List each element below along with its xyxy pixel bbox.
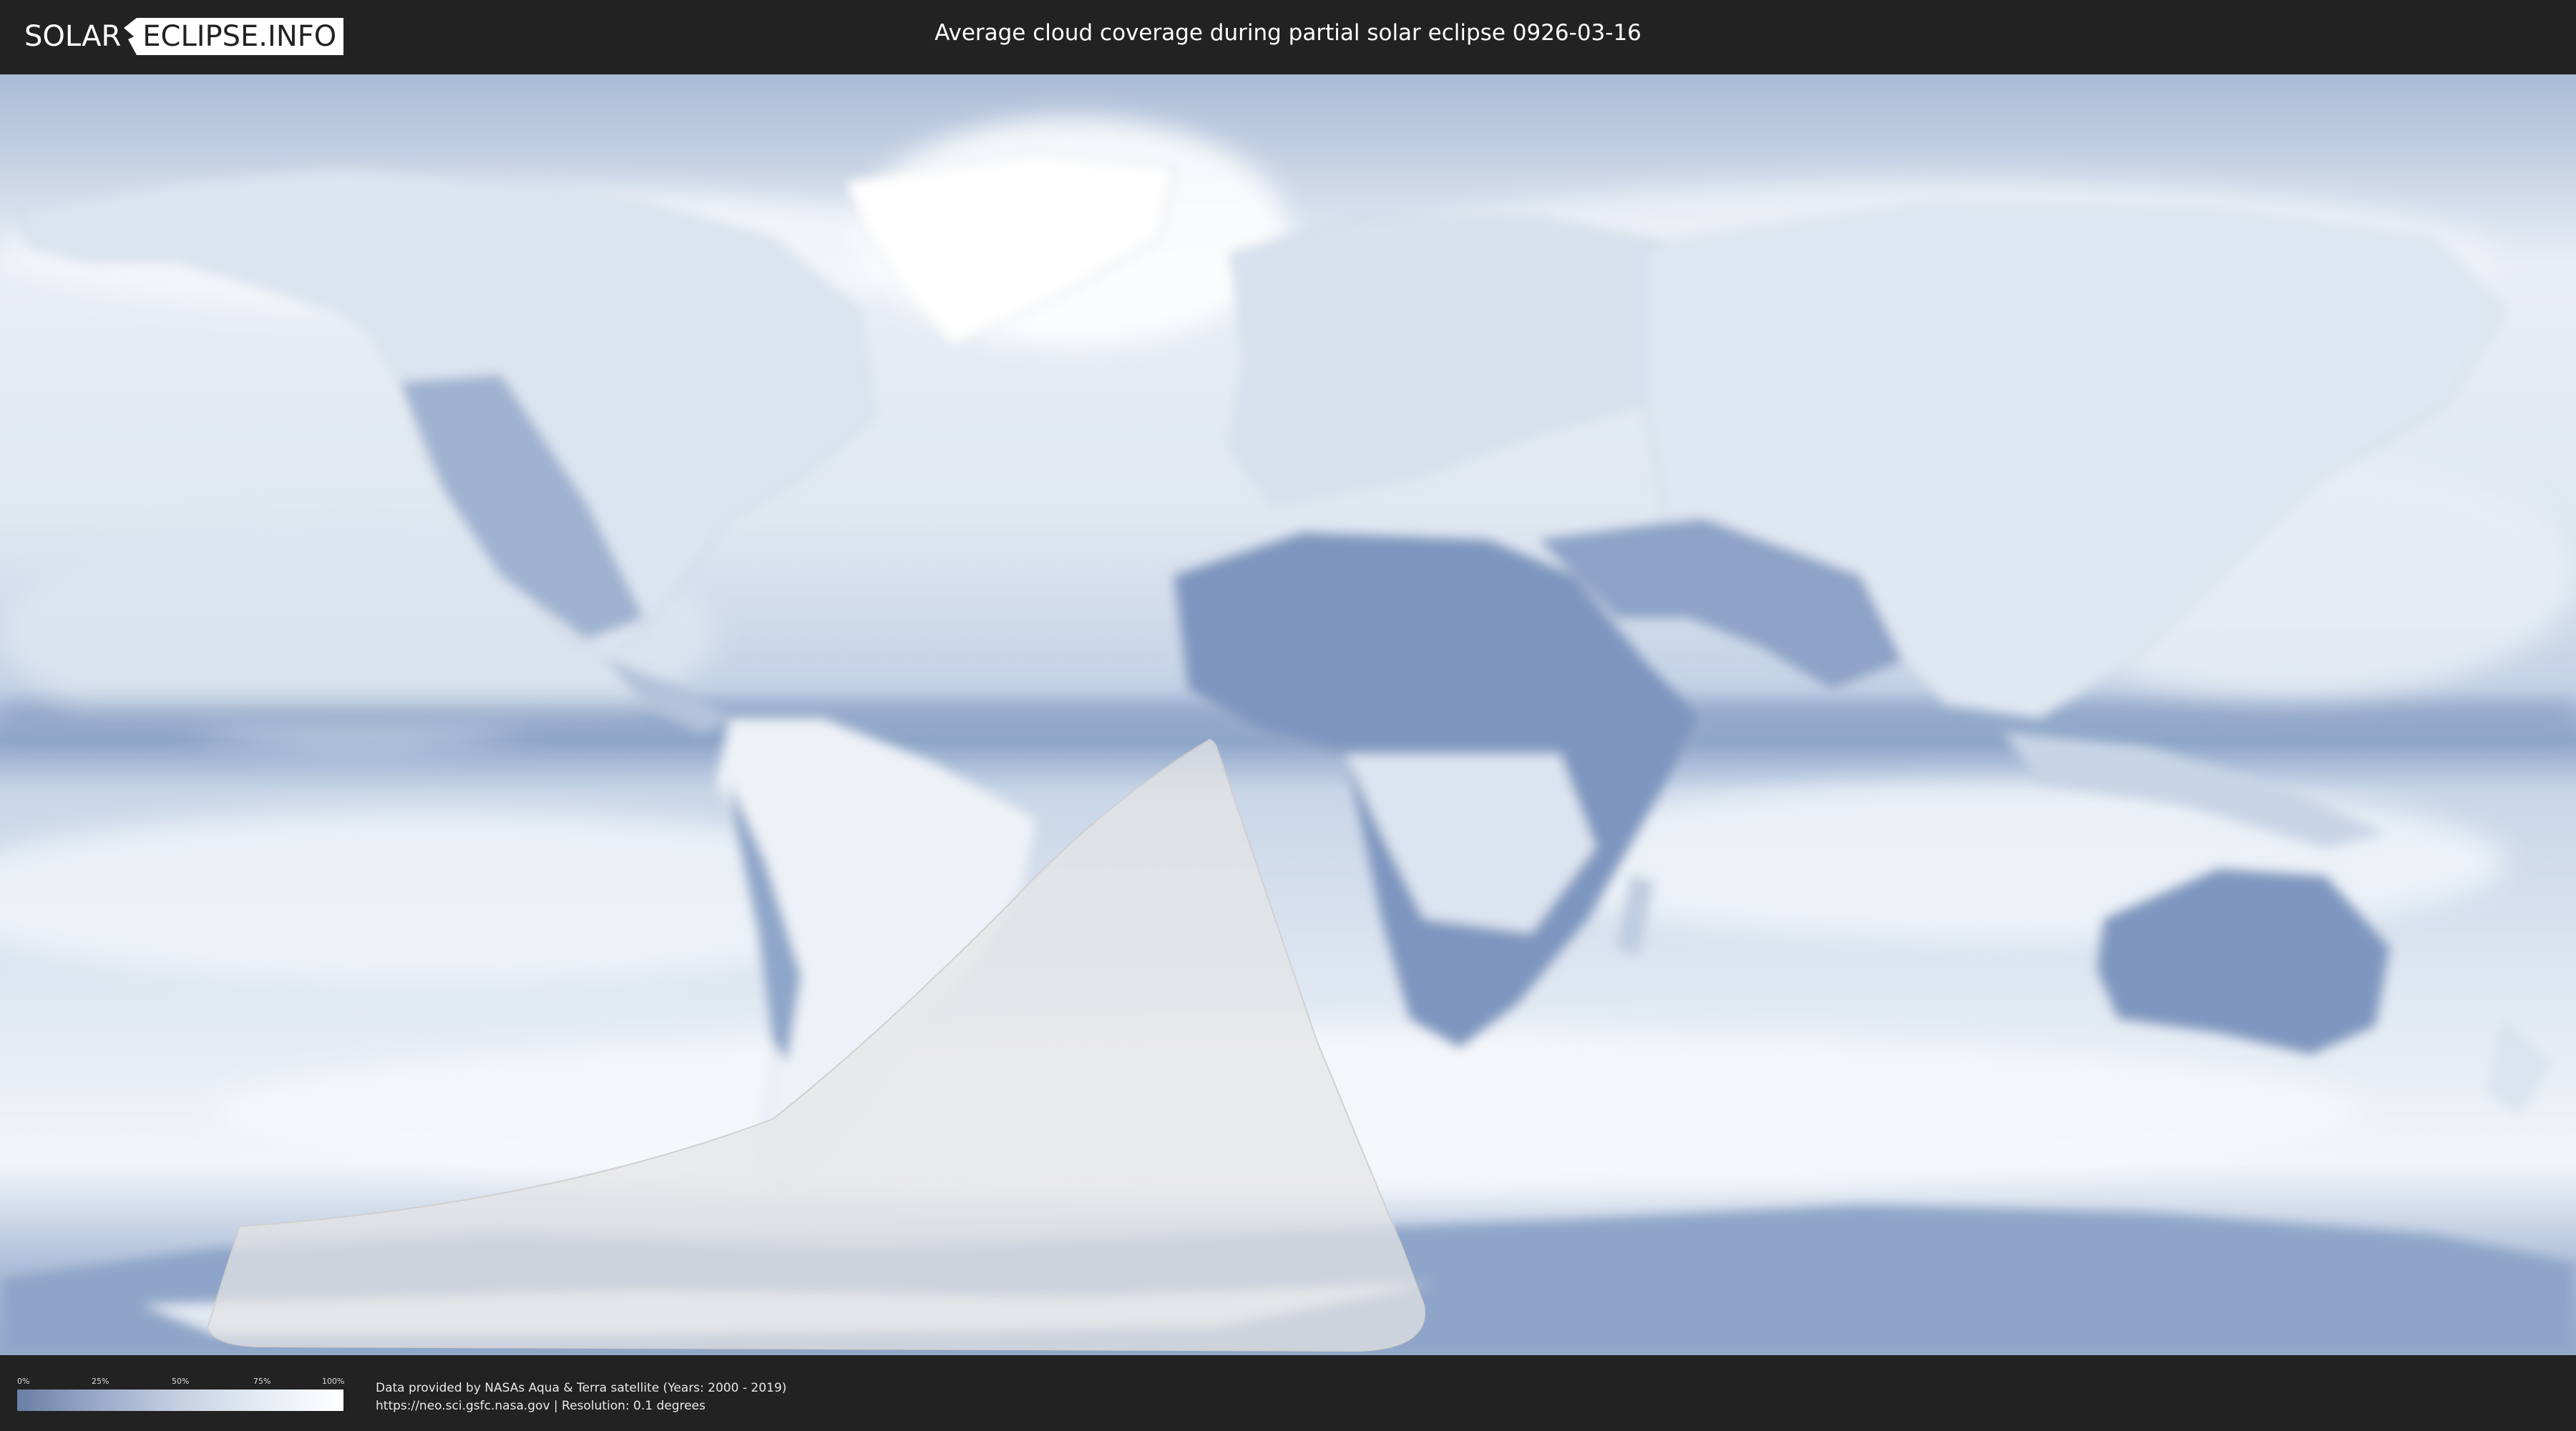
cloud-coverage-legend: 0% 25% 50% 75% 100% xyxy=(17,1377,345,1412)
legend-tick-100: 100% xyxy=(322,1377,345,1386)
page-title: Average cloud coverage during partial so… xyxy=(935,20,1641,46)
legend-tick-25: 25% xyxy=(92,1377,109,1386)
legend-tick-50: 50% xyxy=(172,1377,190,1386)
data-credits: Data provided by NASAs Aqua & Terra sate… xyxy=(376,1379,786,1415)
legend-tick-0: 0% xyxy=(17,1377,30,1386)
cloud-coverage-map xyxy=(0,74,2576,1355)
legend-gradient-bar xyxy=(17,1390,343,1411)
header-bar: SOLAR ECLIPSE.INFO Average cloud coverag… xyxy=(0,0,2576,72)
credit-line-source: Data provided by NASAs Aqua & Terra sate… xyxy=(376,1381,787,1395)
app-window: SOLAR ECLIPSE.INFO Average cloud coverag… xyxy=(0,0,2576,1431)
legend-tick-75: 75% xyxy=(253,1377,271,1386)
footer-bar: 0% 25% 50% 75% 100% Data provided by NAS… xyxy=(0,1355,2576,1431)
credit-line-url[interactable]: https://neo.sci.gsfc.nasa.gov | Resoluti… xyxy=(376,1397,786,1415)
